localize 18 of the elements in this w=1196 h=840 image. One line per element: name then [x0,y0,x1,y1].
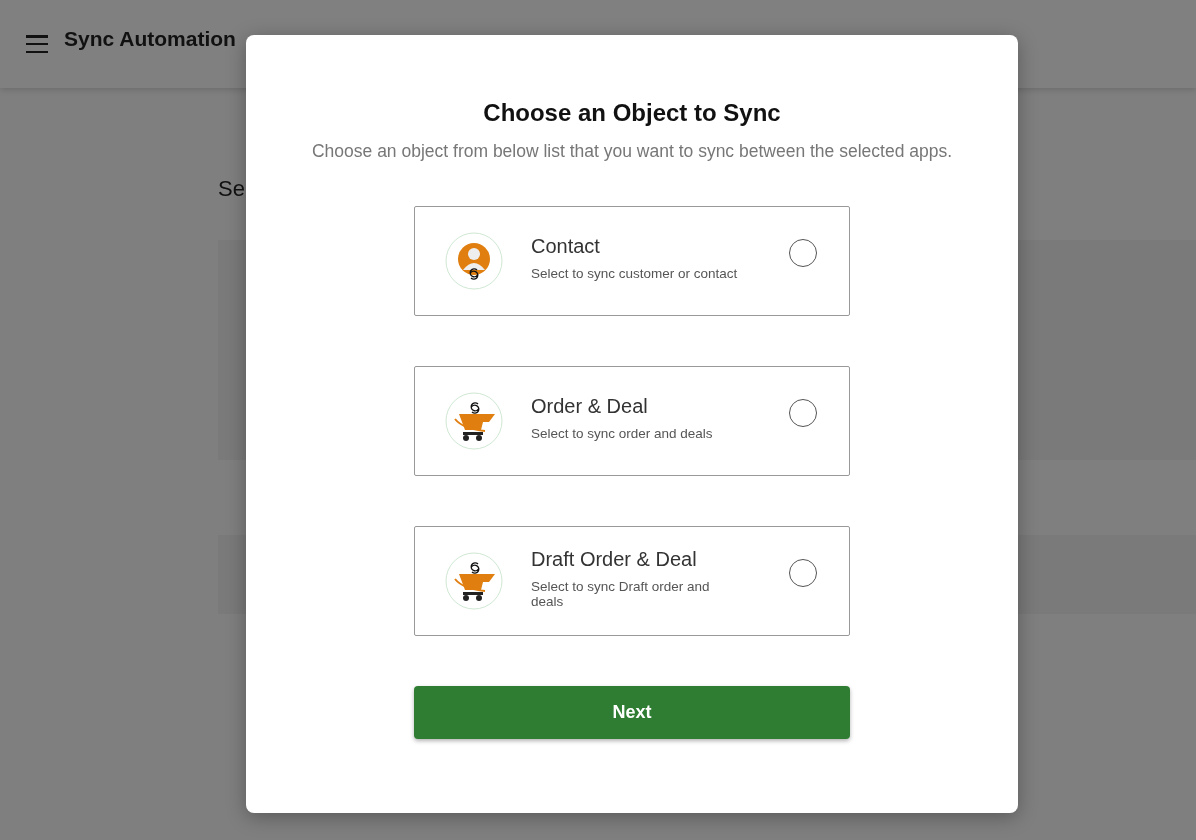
dialog-title: Choose an Object to Sync [483,99,781,127]
cart-sync-icon [445,392,503,450]
option-card[interactable]: Contact Select to sync customer or contact [414,206,850,316]
option-name: Draft Order & Deal [531,547,698,571]
option-name: Order & Deal [531,395,649,418]
option-name: Contact [531,235,601,258]
option-card[interactable]: Order & Deal Select to sync order and deals [414,366,850,476]
app-title: Sync Automation [64,27,236,51]
option-description: Select to sync customer or contact [531,266,739,281]
dialog-subtitle: Choose an object from below list that you want to sync between the selected apps. [311,141,953,162]
option-card[interactable]: Draft Order & Deal Select to sync Draft order and deals [414,526,850,636]
cart-sync-icon [445,552,503,610]
contact-sync-icon [445,232,503,290]
option-description: Select to sync order and deals [531,426,714,441]
page-heading: Se [218,176,246,202]
menu-icon[interactable] [26,35,48,53]
next-button[interactable]: Next [414,686,850,739]
option-description: Select to sync Draft order and deals [531,578,711,609]
